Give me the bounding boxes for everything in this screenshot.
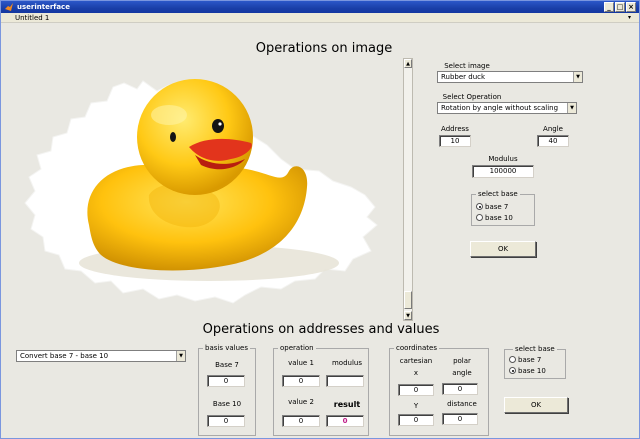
minimize-button[interactable]: _ [604,2,614,12]
select-image-label: Select image [444,62,490,70]
select-image-popup[interactable]: Rubber duck ▼ [437,71,583,83]
dock-arrow-icon[interactable]: ▾ [628,13,631,23]
slider-up-icon[interactable]: ▲ [404,59,412,68]
radio-base-10[interactable]: base 10 [476,214,513,223]
chevron-down-icon[interactable]: ▼ [567,103,576,113]
result-label: result [333,400,361,409]
basis-values-group: basis values Base 7 0 Base 10 0 [198,343,256,436]
document-bar: Untitled 1 ▾ [1,13,639,23]
vertical-slider[interactable]: ▲ ▼ [403,58,413,321]
modulus-field[interactable]: 100000 [472,165,534,178]
angle-coord-label: angle [452,369,472,377]
convert-value: Convert base 7 - base 10 [20,352,109,360]
address-label: Address [441,125,469,133]
x-label: x [413,369,419,377]
y-label: Y [413,402,419,410]
radio-unselected-icon [509,356,516,363]
angle-field[interactable]: 40 [537,135,569,147]
select-image-value: Rubber duck [441,73,486,81]
values-ok-button[interactable]: OK [504,397,568,413]
base7-label: Base 7 [215,361,239,369]
value2-label: value 2 [288,398,314,406]
base7-field[interactable]: 0 [207,375,245,387]
select-operation-value: Rotation by angle without scaling [441,104,559,112]
radio-values-base-7[interactable]: base 7 [509,356,541,365]
close-button[interactable]: × [626,2,636,12]
select-base-values-title: select base [513,344,557,354]
value1-field[interactable]: 0 [282,375,320,387]
result-field: 0 [326,415,364,427]
polar-label: polar [453,357,471,365]
angle-label: Angle [543,125,563,133]
app-window: userinterface _ □ × Untitled 1 ▾ Operati… [0,0,640,439]
operation-title: operation [278,343,316,353]
select-base-title: select base [476,189,520,199]
select-operation-popup[interactable]: Rotation by angle without scaling ▼ [437,102,577,114]
coordinates-title: coordinates [394,343,439,353]
select-operation-label: Select Operation [442,93,502,101]
cartesian-label: cartesian [399,357,433,365]
base10-field[interactable]: 0 [207,415,245,427]
radio-selected-icon [509,367,516,374]
select-base-group-image: select base base 7 base 10 [471,189,535,226]
modulus-label: Modulus [488,155,518,163]
modulus-op-label: modulus [331,359,362,367]
value1-label: value 1 [288,359,314,367]
operation-group: operation value 1 modulus 0 value 2 resu… [273,343,369,436]
slider-thumb[interactable] [404,291,412,309]
image-ok-button[interactable]: OK [470,241,536,257]
value2-field[interactable]: 0 [282,415,320,427]
y-field[interactable]: 0 [398,414,434,426]
convert-popup[interactable]: Convert base 7 - base 10 ▼ [16,350,186,362]
maximize-button[interactable]: □ [615,2,625,12]
select-base-group-values: select base base 7 base 10 [504,344,566,379]
radio-selected-icon [476,203,483,210]
base10-label: Base 10 [212,400,242,408]
distance-label: distance [447,400,477,408]
angle-coord-field[interactable]: 0 [442,383,478,395]
window-title: userinterface [17,3,70,11]
radio-values-base-10[interactable]: base 10 [509,367,546,376]
basis-values-title: basis values [203,343,250,353]
chevron-down-icon[interactable]: ▼ [573,72,582,82]
title-bar: userinterface _ □ × [1,1,639,13]
image-section-heading: Operations on image [255,41,393,56]
addresses-section-heading: Operations on addresses and values [202,322,440,337]
address-field[interactable]: 10 [439,135,471,147]
document-name[interactable]: Untitled 1 [15,13,49,23]
x-field[interactable]: 0 [398,384,434,396]
modulus-op-field[interactable] [326,375,364,387]
chevron-down-icon[interactable]: ▼ [176,351,185,361]
distance-field[interactable]: 0 [442,413,478,425]
radio-base-7[interactable]: base 7 [476,203,508,212]
rubber-duck-image [24,79,378,304]
matlab-icon [5,3,13,11]
coordinates-group: coordinates cartesian polar x angle 0 0 … [389,343,489,436]
radio-unselected-icon [476,214,483,221]
slider-down-icon[interactable]: ▼ [404,311,412,320]
